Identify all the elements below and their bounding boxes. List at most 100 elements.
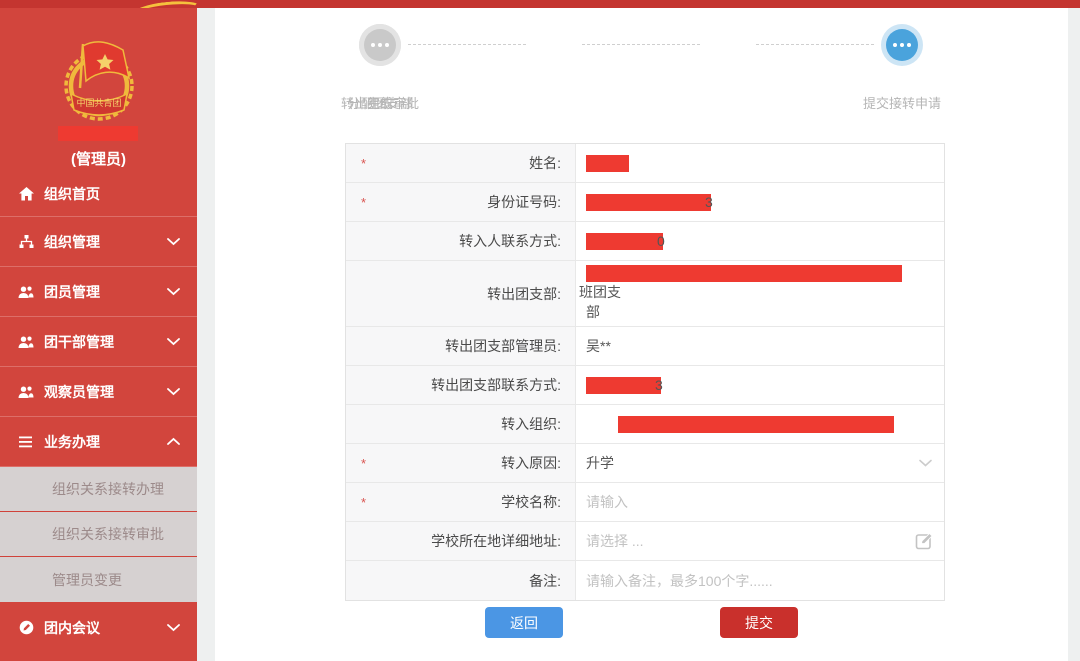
form-label: 备注: — [529, 571, 561, 591]
required-asterisk: * — [361, 156, 366, 171]
home-icon — [18, 186, 34, 202]
form-row-9: 学校所在地详细地址: 请选择 ... — [346, 522, 944, 561]
form-label-cell: 转出团支部: — [346, 261, 576, 326]
form-label-cell: * 姓名: — [346, 144, 576, 182]
value-text: 3 — [705, 192, 713, 212]
step-label: 完成 — [293, 93, 467, 112]
step-4: 完成 — [293, 8, 467, 112]
form-row-1: *身份证号码:3 — [346, 183, 944, 222]
sidebar-item-2[interactable]: 团员管理 — [0, 267, 197, 317]
form-value-cell: 0 — [576, 222, 944, 260]
redacted-value — [586, 155, 629, 172]
back-button[interactable]: 返回 — [485, 607, 563, 638]
chevron-down-icon — [167, 287, 181, 297]
form-value-cell[interactable]: 升学 — [576, 444, 944, 482]
form-row-6: 转入组织: — [346, 405, 944, 444]
step-connector — [582, 44, 700, 45]
top-bar — [0, 0, 1080, 8]
input-placeholder[interactable]: 请输入 — [586, 492, 628, 512]
list-icon — [18, 434, 34, 450]
value-text: 班团支 — [579, 282, 621, 302]
meeting-icon — [18, 620, 34, 636]
required-asterisk: * — [361, 456, 366, 471]
redacted-value — [586, 233, 663, 250]
sidebar-item-4[interactable]: 观察员管理 — [0, 367, 197, 417]
redacted-value — [586, 377, 661, 394]
redacted-value — [618, 416, 894, 433]
form-value-cell[interactable]: 请选择 ... — [576, 522, 944, 560]
form-label-cell: 转出团支部管理员: — [346, 327, 576, 365]
admin-role-label: (管理员) — [0, 148, 197, 169]
form-label-cell: 学校所在地详细地址: — [346, 522, 576, 560]
chevron-down-icon — [167, 387, 181, 397]
org-icon — [18, 234, 34, 250]
form-value-cell — [576, 144, 944, 182]
form-row-5: 转出团支部联系方式: 3 — [346, 366, 944, 405]
sidebar-item-label: 团员管理 — [44, 282, 167, 302]
step-1: 提交接转申请 — [815, 8, 989, 112]
form-label-cell: 备注: — [346, 561, 576, 600]
chevron-up-icon — [167, 437, 181, 447]
form-row-0: * 姓名: — [346, 144, 944, 183]
submenu-item-1[interactable]: 组织关系接转审批 — [0, 512, 197, 557]
sidebar-item-5[interactable]: 业务办理 — [0, 417, 197, 467]
form-row-7: * 转入原因: 升学 — [346, 444, 944, 483]
sidebar-item-1[interactable]: 组织管理 — [0, 217, 197, 267]
sidebar-menu: 组织首页组织管理团员管理团干部管理观察员管理业务办理组织关系接转办理组织关系接转… — [0, 172, 197, 653]
form-label: 学校名称: — [501, 492, 561, 512]
step-circle-icon — [364, 29, 396, 61]
form-value-cell: 3 — [576, 183, 944, 221]
form-label: 姓名: — [529, 153, 561, 173]
select-value[interactable]: 升学 — [586, 453, 614, 473]
input-placeholder[interactable]: 请输入备注，最多100个字...... — [586, 571, 773, 591]
sidebar-item-label: 团内会议 — [44, 618, 167, 638]
redacted-user-name — [58, 126, 138, 141]
form-label-cell: * 转入原因: — [346, 444, 576, 482]
form-label: 学校所在地详细地址: — [431, 531, 561, 551]
form-row-3: 转出团支部:班团支部 — [346, 261, 944, 327]
sidebar-item-6[interactable]: 团内会议 — [0, 602, 197, 653]
redacted-value — [586, 194, 711, 211]
form-label: 身份证号码: — [487, 192, 561, 212]
form-row-4: 转出团支部管理员: 吴** — [346, 327, 944, 366]
form-label: 转出团支部联系方式: — [431, 375, 561, 395]
progress-stepper: 提交接转申请转出组织审批分配团支部完成 — [293, 8, 989, 118]
form-label-cell: *学校名称: — [346, 483, 576, 521]
input-placeholder[interactable]: 请选择 ... — [586, 531, 644, 551]
users-icon — [18, 284, 34, 300]
form-label: 转入组织: — [501, 414, 561, 434]
edit-icon[interactable] — [915, 532, 934, 550]
step-label: 提交接转申请 — [815, 93, 989, 112]
form-row-2: 转入人联系方式: 0 — [346, 222, 944, 261]
content-card: 提交接转申请转出组织审批分配团支部完成 * 姓名: * 身份证号码: 3 转入人联系方式:… — [215, 8, 1068, 661]
form-value-cell: 3 — [576, 366, 944, 404]
form-value-cell — [576, 405, 944, 443]
submenu: 组织关系接转办理组织关系接转审批管理员变更 — [0, 467, 197, 602]
form-value-cell: 班团支部 — [576, 261, 944, 326]
sidebar-item-0[interactable]: 组织首页 — [0, 172, 197, 217]
page: 中国共青团 (管理员) 组织首页组织管理团员管理团干部管理观察员管理业务办理组织… — [0, 0, 1080, 661]
value-text-line2: 部 — [586, 302, 910, 322]
redacted-value — [586, 265, 902, 282]
submenu-item-0[interactable]: 组织关系接转办理 — [0, 467, 197, 512]
communist-youth-league-emblem: 中国共青团 — [53, 36, 145, 129]
logo-fragment — [131, 0, 202, 8]
sidebar-item-label: 业务办理 — [44, 432, 167, 452]
sidebar: 中国共青团 (管理员) 组织首页组织管理团员管理团干部管理观察员管理业务办理组织… — [0, 8, 197, 661]
chevron-down-icon — [167, 337, 181, 347]
submit-button[interactable]: 提交 — [720, 607, 798, 638]
chevron-down-icon — [167, 623, 181, 633]
submenu-item-2[interactable]: 管理员变更 — [0, 557, 197, 602]
form-value-cell[interactable]: 请输入 — [576, 483, 944, 521]
sidebar-item-3[interactable]: 团干部管理 — [0, 317, 197, 367]
sidebar-item-label: 组织管理 — [44, 232, 167, 252]
form-label: 转入原因: — [501, 453, 561, 473]
emblem-banner-text: 中国共青团 — [76, 97, 121, 108]
form-value-cell[interactable]: 请输入备注，最多100个字...... — [576, 561, 944, 600]
chevron-down-icon — [167, 237, 181, 247]
form-label: 转入人联系方式: — [459, 231, 561, 251]
chevron-down-icon — [919, 459, 932, 468]
value-text: 吴** — [586, 336, 611, 356]
main-area: 提交接转申请转出组织审批分配团支部完成 * 姓名: * 身份证号码: 3 转入人联系方式:… — [197, 8, 1080, 661]
form-label: 转出团支部管理员: — [445, 336, 561, 356]
